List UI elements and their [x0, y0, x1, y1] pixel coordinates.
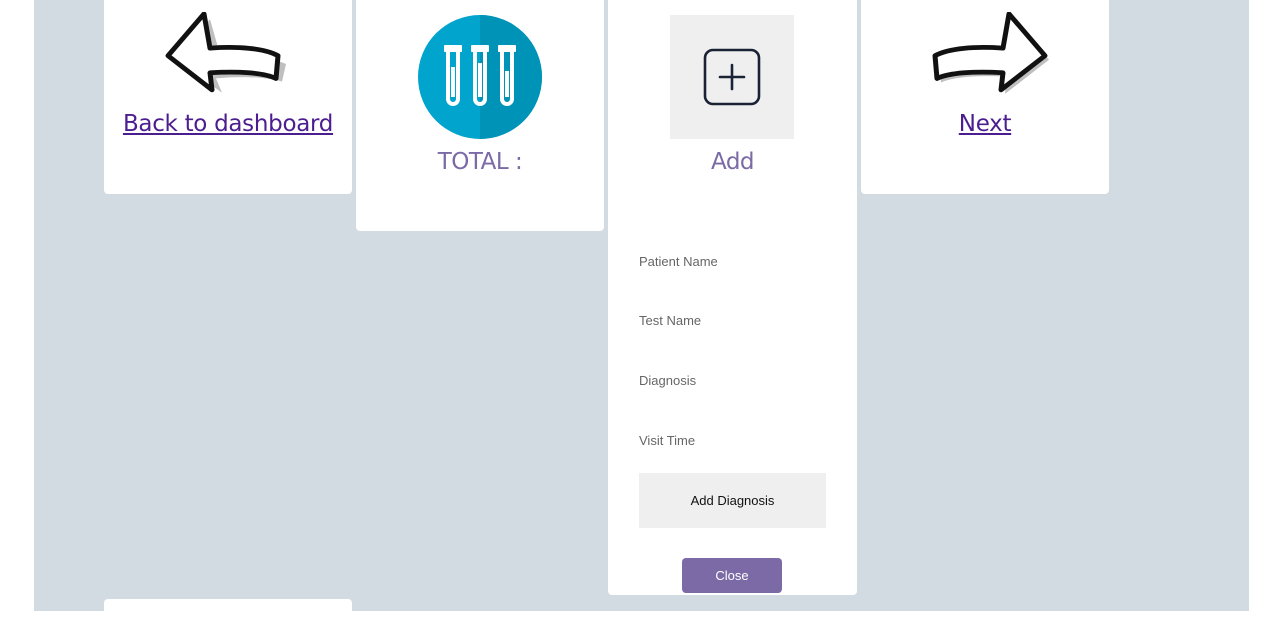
arrow-left-icon[interactable]	[164, 11, 288, 98]
plus-square-icon[interactable]	[670, 15, 794, 139]
test-name-field[interactable]: Test Name	[639, 313, 701, 328]
close-button[interactable]: Close	[682, 558, 782, 593]
add-diagnosis-button[interactable]: Add Diagnosis	[639, 473, 826, 528]
back-to-dashboard-link[interactable]: Back to dashboard	[104, 111, 352, 137]
arrow-right-icon[interactable]	[925, 11, 1049, 98]
close-button-label: Close	[715, 568, 749, 583]
page-background: Back to dashboard TOTAL: Add Patient Na…	[34, 0, 1249, 619]
back-card: Back to dashboard	[104, 0, 352, 194]
next-link[interactable]: Next	[861, 111, 1109, 137]
total-card: TOTAL :	[356, 0, 604, 231]
patient-name-field[interactable]: Patient Name	[639, 254, 718, 269]
add-heading: Add	[710, 149, 755, 175]
bottom-card	[104, 599, 352, 619]
next-card: Next	[861, 0, 1109, 194]
total-label: TOTAL :	[437, 149, 523, 175]
add-diagnosis-button-label: Add Diagnosis	[690, 493, 775, 508]
diagnosis-field[interactable]: Diagnosis	[639, 373, 696, 388]
add-diagnosis-panel: Add Patient Name Test Name Diagnosis Vis…	[608, 0, 857, 595]
visit-time-field[interactable]: Visit Time	[639, 433, 695, 448]
test-tubes-icon	[418, 15, 542, 139]
